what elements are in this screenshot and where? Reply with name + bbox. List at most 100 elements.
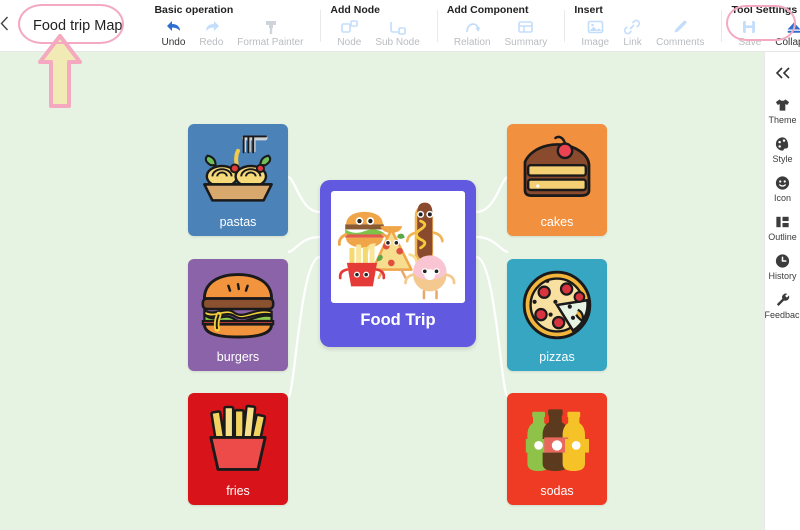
summary-bracket-icon xyxy=(518,20,534,33)
toolbar-group-title: Basic operation xyxy=(154,4,234,16)
right-panel-items: Theme Style Icon Outline History Feedback xyxy=(765,96,800,330)
toolbar-button-label: Redo xyxy=(199,37,224,48)
link-chain-icon xyxy=(624,19,641,34)
toolbar-group-items: Undo Redo Format Painter xyxy=(154,18,310,48)
toolbar-button-label: Undo xyxy=(161,37,186,48)
tshirt-icon xyxy=(774,96,791,113)
toolbar-button-image: Image xyxy=(574,18,616,48)
spaghetti-bowl-image xyxy=(194,130,282,210)
panel-item-history[interactable]: History xyxy=(765,252,800,281)
toolbar-button-label: Image xyxy=(581,37,610,48)
toolbar-button-label: Save xyxy=(738,37,762,48)
toolbar-group-title: Tool Settings xyxy=(731,4,798,16)
mindmap-node-fries[interactable]: fries xyxy=(188,393,288,505)
panel-item-label: History xyxy=(768,271,797,281)
clock-icon xyxy=(774,252,791,269)
mindmap-node-cakes[interactable]: cakes xyxy=(507,124,607,236)
toolbar-button-relation: Relation xyxy=(447,18,498,48)
mindmap-node-sodas[interactable]: sodas xyxy=(507,393,607,505)
add-node-icon xyxy=(340,18,359,36)
toolbar-button-undo[interactable]: Undo xyxy=(154,18,192,48)
toolbar-group-insert: Insert Image Link Comments xyxy=(564,0,721,51)
panel-item-label: Style xyxy=(772,154,793,164)
collapse-icon xyxy=(785,18,800,36)
tshirt-icon xyxy=(775,98,790,111)
toolbar-button-label: Summary xyxy=(504,37,548,48)
summary-bracket-icon xyxy=(516,18,535,36)
mindmap-canvas[interactable]: Food Trip pastas cakes burgers pizzas fries so… xyxy=(0,52,800,530)
mindmap-node-pizzas[interactable]: pizzas xyxy=(507,259,607,371)
toolbar-button-node: Node xyxy=(330,18,368,48)
panel-item-label: Theme xyxy=(768,115,797,125)
mindmap-node-burgers[interactable]: burgers xyxy=(188,259,288,371)
undo-arrow-icon xyxy=(166,20,180,31)
back-button[interactable] xyxy=(0,0,9,51)
annotation-arrow-up-icon xyxy=(38,34,82,108)
toolbar-group-basic-operation: Basic operation Undo Redo Format Painter xyxy=(144,0,320,51)
toolbar-group-items: Relation Summary xyxy=(447,18,555,48)
image-icon xyxy=(587,20,604,33)
pencil-comment-icon xyxy=(671,18,690,36)
add-sub-node-icon xyxy=(388,18,407,36)
toolbar-button-collapse[interactable]: Collapse xyxy=(768,18,800,48)
toolbar-button-label: Node xyxy=(337,37,362,48)
mindmap-node-pastas[interactable]: pastas xyxy=(188,124,288,236)
relation-arrow-icon xyxy=(463,18,482,36)
chevron-left-icon xyxy=(0,16,9,31)
connector-root-burgers xyxy=(287,235,321,254)
toolbar-button-summary: Summary xyxy=(498,18,555,48)
toolbar-button-label: Sub Node xyxy=(375,37,420,48)
double-chevron-left-icon xyxy=(775,67,790,79)
connector-root-pizzas xyxy=(475,235,509,254)
format-painter-icon xyxy=(265,20,276,34)
panel-item-outline[interactable]: Outline xyxy=(765,213,800,242)
toolbar-button-link: Link xyxy=(616,18,649,48)
toolbar-group-items: Image Link Comments xyxy=(574,18,711,48)
panel-item-label: Icon xyxy=(773,193,791,203)
toolbar-button-label: Comments xyxy=(656,37,705,48)
toolbar-group-add-component: Add Component Relation Summary xyxy=(436,0,565,51)
toolbar-button-format-painter: Format Painter xyxy=(230,18,310,48)
toolbar-group-tool-settings: Tool Settings Save Collapse xyxy=(721,0,800,51)
mindmap-node-label: cakes xyxy=(540,215,574,229)
toolbar-group-add-node: Add Node Node Sub Node xyxy=(320,0,436,51)
palette-icon xyxy=(774,135,791,152)
wrench-icon xyxy=(774,291,791,308)
pizza-image xyxy=(513,265,601,345)
soda-bottles-image xyxy=(513,399,601,479)
connector-root-fries xyxy=(286,255,321,399)
panel-collapse-button[interactable] xyxy=(775,62,791,96)
toolbar-group-title: Add Component xyxy=(446,4,529,16)
panel-item-icon[interactable]: Icon xyxy=(765,174,800,203)
cartoon-food-characters-image xyxy=(331,191,465,303)
toolbar-button-label: Relation xyxy=(453,37,491,48)
toolbar-group-title: Insert xyxy=(574,4,603,16)
relation-arrow-icon xyxy=(465,22,481,32)
mindmap-node-label: sodas xyxy=(540,484,574,498)
panel-item-style[interactable]: Style xyxy=(765,135,800,164)
undo-arrow-icon xyxy=(164,18,183,36)
toolbar-group-items: Node Sub Node xyxy=(330,18,426,48)
outline-layout-icon xyxy=(776,216,789,227)
top-toolbar: Food trip Map Basic operation Undo Redo For… xyxy=(0,0,800,52)
panel-item-label: Outline xyxy=(768,232,797,242)
pencil-comment-icon xyxy=(674,20,687,32)
cake-slice-image xyxy=(513,130,601,210)
mindmap-node-label: burgers xyxy=(216,350,260,364)
panel-item-theme[interactable]: Theme xyxy=(765,96,800,125)
toolbar-button-sub-node: Sub Node xyxy=(368,18,426,48)
add-sub-node-icon xyxy=(390,21,406,35)
mindmap-root-node[interactable]: Food Trip xyxy=(320,180,476,347)
panel-item-feedback[interactable]: Feedback xyxy=(765,291,800,320)
smiley-icon xyxy=(774,174,791,191)
redo-arrow-icon xyxy=(202,18,221,36)
toolbar-button-comments: Comments xyxy=(649,18,711,48)
french-fries-image xyxy=(194,399,282,479)
collapse-icon xyxy=(787,22,800,33)
image-icon xyxy=(586,18,605,36)
connector-root-sodas xyxy=(475,255,510,399)
outline-layout-icon xyxy=(774,213,791,230)
mindmap-root-label: Food Trip xyxy=(360,311,436,329)
right-tool-panel: Theme Style Icon Outline History Feedback xyxy=(764,52,800,530)
toolbar-groups: Basic operation Undo Redo Format Painter Add… xyxy=(144,0,800,51)
